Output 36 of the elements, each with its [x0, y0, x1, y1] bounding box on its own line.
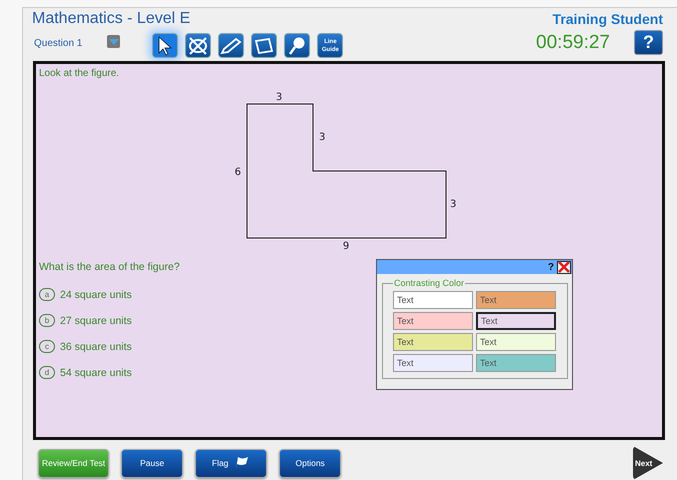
help-button[interactable]: ?	[634, 30, 663, 55]
color-swatch[interactable]: Text	[476, 291, 556, 309]
notepad-icon	[254, 36, 274, 54]
cursor-arrow-icon	[157, 36, 174, 56]
highlighter-tool-button[interactable]	[218, 33, 244, 58]
question-number: Question 1	[34, 38, 82, 49]
notepad-tool-button[interactable]	[251, 33, 278, 58]
answer-option[interactable]: a 24 square units	[39, 288, 132, 301]
question-stem: What is the area of the figure?	[39, 261, 180, 273]
timer: 00:59:27	[536, 32, 610, 54]
contrast-legend: Contrasting Color	[393, 278, 466, 288]
next-button[interactable]: Next	[633, 446, 663, 480]
close-icon	[558, 261, 570, 273]
color-swatch[interactable]: Text	[393, 333, 473, 351]
color-swatch[interactable]: Text	[393, 291, 473, 309]
test-title: Mathematics - Level E	[32, 10, 192, 28]
student-name: Training Student	[552, 11, 663, 27]
dialog-help-button[interactable]: ?	[548, 262, 554, 272]
magnifier-icon	[288, 36, 306, 56]
color-swatch[interactable]: Text	[476, 333, 556, 351]
crossed-circle-icon	[188, 36, 208, 56]
magnifier-tool-button[interactable]	[284, 33, 310, 58]
eliminator-tool-button[interactable]	[185, 33, 212, 58]
color-swatch[interactable]: Text	[476, 354, 556, 372]
footer-button[interactable]: Options	[279, 448, 342, 478]
marker-pen-icon	[220, 36, 242, 54]
question-dropdown-button[interactable]	[107, 35, 120, 48]
close-button[interactable]	[557, 260, 571, 274]
color-swatch[interactable]: Text	[393, 354, 473, 372]
caret-icon	[108, 38, 119, 44]
footer-button[interactable]: Pause	[121, 448, 184, 478]
color-swatch[interactable]: Text	[393, 312, 473, 330]
question-prompt: Look at the figure.	[39, 68, 120, 79]
color-swatch[interactable]: Text	[476, 312, 556, 330]
pointer-tool-button[interactable]	[152, 33, 178, 58]
flag-button[interactable]: Flag	[195, 448, 268, 478]
